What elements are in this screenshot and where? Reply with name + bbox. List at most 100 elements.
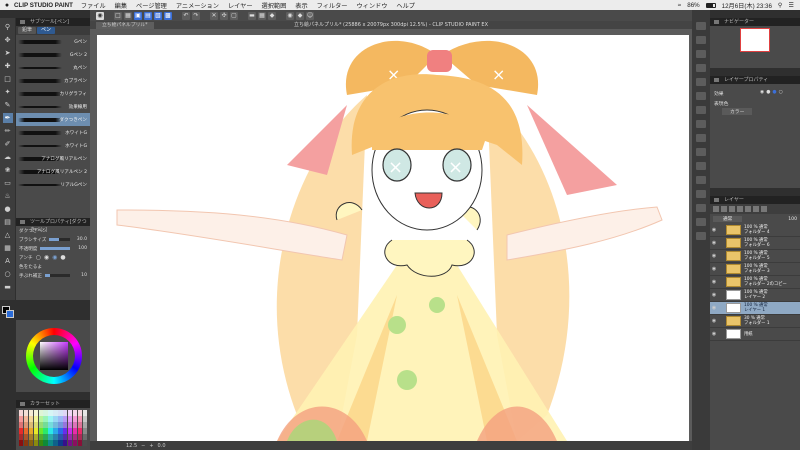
color-swatch[interactable] [23,410,29,416]
color-swatch[interactable] [63,410,68,416]
transform-icon[interactable]: ✣ [220,11,228,20]
color-swatch[interactable] [53,428,58,434]
zoom-out-icon[interactable]: − [141,443,145,449]
color-swatch[interactable] [77,416,83,422]
decoration-tool-icon[interactable]: ❀ [3,165,13,175]
panel-toggle-icon[interactable] [696,162,706,170]
zoom-value[interactable]: 12.5 [126,443,137,449]
color-swatch[interactable] [48,416,53,422]
visibility-eye-icon[interactable]: ◉ [710,318,718,324]
color-swatch[interactable] [63,434,68,440]
opacity-slider[interactable] [40,247,70,250]
operation-tool-icon[interactable]: ➤ [3,48,13,58]
color-swatch[interactable] [58,428,63,434]
blend-mode-select[interactable]: 通常 [713,216,743,222]
layer-tool-icon[interactable] [713,206,719,212]
canvas-paper[interactable]: × × × × × [97,35,689,441]
color-swatch[interactable] [38,416,43,422]
main-sub-color[interactable] [2,306,14,318]
color-swatch[interactable] [28,422,34,428]
layer-item[interactable]: ◉ 100 % 通常 フォルダー 5 [710,250,800,263]
color-swatch[interactable] [53,422,58,428]
color-swatch[interactable] [33,428,39,434]
color-swatch[interactable] [63,440,68,446]
layer-item[interactable]: ◉ 100 % 通常 フォルダー 6 [710,237,800,250]
page-icon[interactable]: ▤ [144,11,152,20]
navigator-title[interactable]: ナビゲーター [710,18,800,26]
menu-list-icon[interactable]: ☰ [788,2,794,9]
color-swatch[interactable] [63,416,68,422]
color-swatch[interactable] [58,410,63,416]
print-icon[interactable]: ▩ [164,11,172,20]
brush-item[interactable]: アナログ風リアルペン 2 [16,165,90,178]
color-swatch[interactable] [38,428,43,434]
layer-item[interactable]: ◉ 100 % 通常 レイヤー 1 [710,302,800,315]
effect-other-icon[interactable]: ○ [779,90,783,95]
brush-item[interactable]: ホワイトG [16,139,90,152]
layer-property-title[interactable]: レイヤープロパティ [710,76,800,84]
panel-toggle-icon[interactable] [696,78,706,86]
color-swatch[interactable] [53,410,58,416]
color-swatch[interactable] [38,434,43,440]
panel-toggle-icon[interactable] [696,232,706,240]
figure-tool-icon[interactable]: △ [3,230,13,240]
color-swatch[interactable] [19,416,24,422]
clear-icon[interactable]: ✕ [210,11,218,20]
brush-item[interactable]: ホワイトG [16,126,90,139]
color-swatch[interactable] [67,428,73,434]
fill-tool-icon[interactable]: ● [3,204,13,214]
menu-view[interactable]: 表示 [295,1,307,10]
color-swatch[interactable] [72,416,78,422]
color-swatch[interactable] [72,428,78,434]
layer-move-tool-icon[interactable]: ✚ [3,61,13,71]
anti-alias-mid-icon[interactable]: ◉ [52,254,57,261]
color-swatch[interactable] [43,410,48,416]
layer-tool-icon[interactable] [753,206,759,212]
eraser-tool-icon[interactable]: ▭ [3,178,13,188]
color-swatch[interactable] [77,410,83,416]
panel-toggle-icon[interactable] [696,92,706,100]
panel-toggle-icon[interactable] [696,218,706,226]
layer-item[interactable]: ◉ 30 % 通常 フォルダー 1 [710,315,800,328]
brush-item[interactable]: 効果線用 [16,100,90,113]
move-tool-icon[interactable]: ✥ [3,35,13,45]
color-swatch[interactable] [19,440,24,446]
expression-select[interactable]: カラー [722,108,753,115]
color-swatch[interactable] [23,434,29,440]
snap-grid-icon[interactable]: ▦ [258,11,266,20]
layer-item[interactable]: ◉ 100 % 通常 フォルダー 3 [710,263,800,276]
visibility-eye-icon[interactable]: ◉ [710,279,718,285]
color-swatch[interactable] [58,422,63,428]
panel-toggle-icon[interactable] [696,176,706,184]
clock[interactable]: 12月6日(木) 23:36 [722,1,772,10]
color-swatch[interactable] [82,428,87,434]
new-file-icon[interactable]: □ [114,11,122,20]
color-swatch[interactable] [33,434,39,440]
panel-toggle-icon[interactable] [696,22,706,30]
anti-alias-strong-icon[interactable]: ● [60,254,65,261]
color-swatch[interactable] [82,416,87,422]
color-swatch[interactable] [53,416,58,422]
user-icon[interactable]: ☺ [306,11,314,20]
color-swatch[interactable] [43,440,48,446]
battery-icon[interactable] [705,2,716,8]
saturation-value-square[interactable] [40,342,68,370]
layer-panel-title[interactable]: レイヤー [710,196,800,204]
menu-filter[interactable]: フィルター [317,1,348,10]
visibility-eye-icon[interactable]: ◉ [710,227,718,233]
undo-icon[interactable]: ↶ [182,11,190,20]
eyedropper-tool-icon[interactable]: ✎ [3,100,13,110]
stabilization-slider[interactable] [44,274,70,277]
color-swatch[interactable] [33,422,39,428]
anti-alias-weak-icon[interactable]: ◉ [44,254,49,261]
color-swatch[interactable] [72,410,78,416]
color-swatch[interactable] [67,434,73,440]
layer-tool-icon[interactable] [737,206,743,212]
open-file-icon[interactable]: ▦ [124,11,132,20]
color-swatch[interactable] [77,428,83,434]
layer-item[interactable]: ◉ 100 % 通常 フォルダー 4 [710,224,800,237]
auto-select-tool-icon[interactable]: ✦ [3,87,13,97]
export-icon[interactable]: ▧ [154,11,162,20]
color-swatch[interactable] [67,422,73,428]
visibility-eye-icon[interactable]: ◉ [710,331,718,337]
